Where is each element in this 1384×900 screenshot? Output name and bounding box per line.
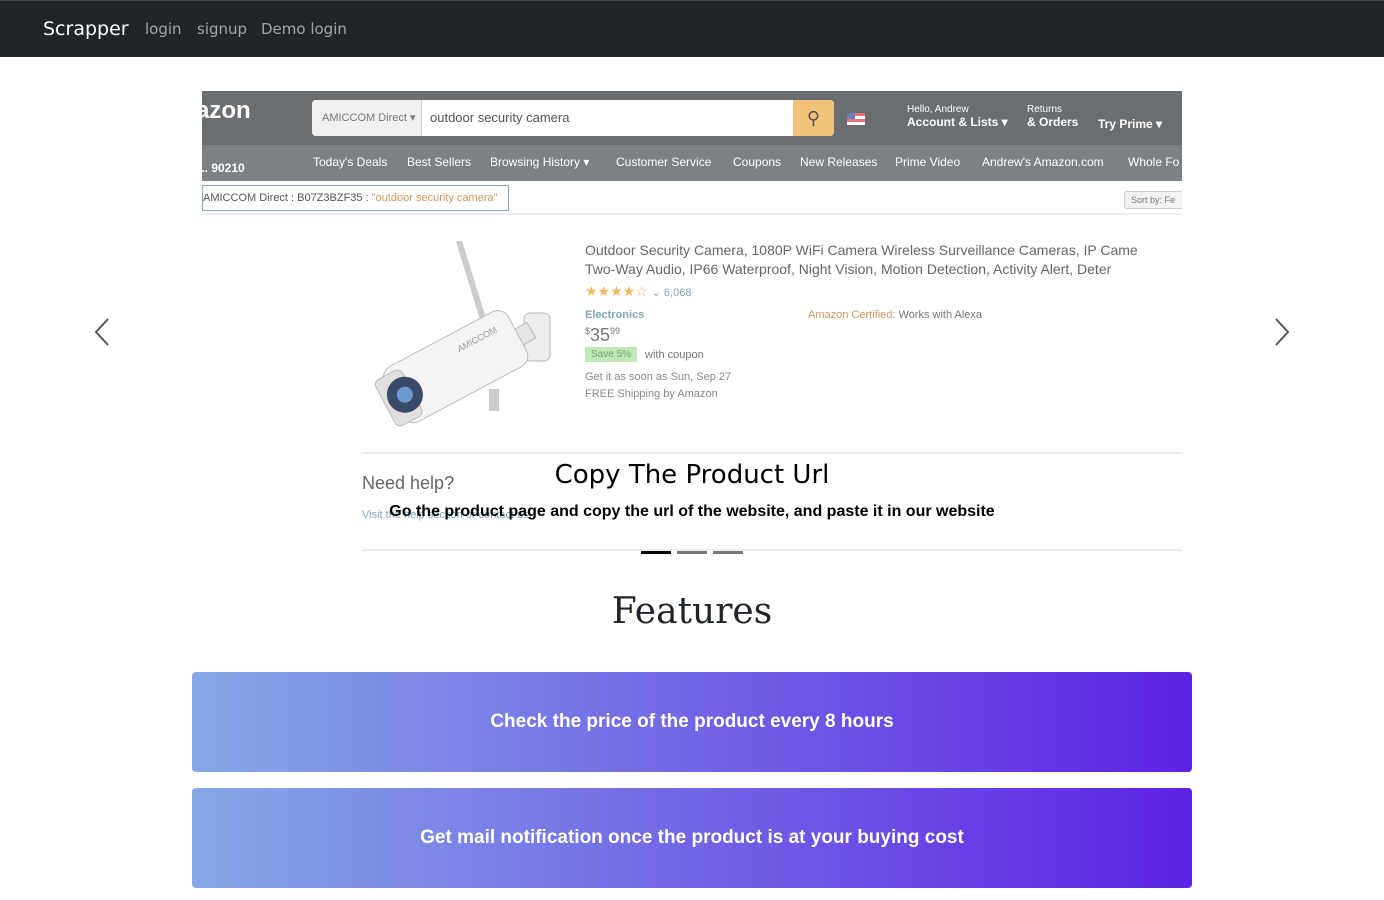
price-whole: 35: [590, 325, 611, 345]
chevron-right-icon: [1275, 318, 1290, 346]
amazon-nav-item: Browsing History ▾: [490, 155, 590, 169]
amazon-logo: azon: [202, 97, 251, 124]
amazon-nav-item: Prime Video: [895, 155, 961, 169]
price-fraction: 99: [610, 326, 621, 336]
feature-card-price-check: Check the price of the product every 8 h…: [192, 672, 1192, 772]
star-rating-icon: ★★★★☆: [585, 283, 648, 299]
carousel-prev-button[interactable]: [90, 317, 116, 347]
navbar: Scrapper login signup Demo login: [0, 0, 1384, 57]
product-rating: ★★★★☆ ⌄ 6,068: [585, 283, 691, 300]
amazon-zip: ... 90210: [202, 161, 245, 175]
carousel-next-button[interactable]: [1268, 317, 1294, 347]
chevron-left-icon: [94, 318, 109, 346]
rating-count: ⌄ 6,068: [651, 287, 692, 299]
save-badge: Save 5%: [585, 347, 638, 362]
brand-link[interactable]: Scrapper: [43, 18, 129, 40]
carousel-indicator-3[interactable]: [713, 551, 743, 554]
amazon-nav-item: Today's Deals: [313, 155, 388, 169]
amazon-nav-item: Coupons: [733, 155, 782, 169]
amazon-breadcrumb: AMICCOM Direct : B07Z3BZF35 : "outdoor s…: [202, 185, 509, 211]
amazon-nav-item: Andrew's Amazon.com: [982, 155, 1104, 169]
product-price: $3599: [585, 325, 620, 346]
nav-login-link[interactable]: login: [145, 20, 182, 38]
amazon-prime-menu: Try Prime ▾: [1098, 117, 1162, 131]
delivery-text: Get it as soon as Sun, Sep 27: [585, 371, 732, 383]
amazon-account-menu: Hello, Andrew Account & Lists ▾: [907, 104, 1008, 129]
certified-value: Works with Alexa: [898, 309, 983, 321]
divider: [362, 549, 1182, 551]
amazon-try-prime: Try Prime ▾: [1098, 117, 1163, 131]
amazon-search-bar: AMICCOM Direct ▾ outdoor security camera…: [312, 100, 834, 136]
carousel-caption-text: Go the product page and copy the url of …: [389, 503, 995, 520]
amazon-search-query: outdoor security camera: [430, 110, 570, 125]
amazon-nav-item: Best Sellers: [407, 155, 472, 169]
amazon-greeting: Hello, Andrew: [907, 104, 969, 115]
amazon-nav-item: Whole Fo: [1128, 155, 1180, 169]
amazon-orders: & Orders: [1027, 115, 1079, 129]
amazon-sort-select: Sort by: Fe: [1124, 191, 1182, 209]
divider: [202, 213, 1182, 215]
coupon-text: with coupon: [645, 349, 704, 361]
product-title-line-2: Two-Way Audio, IP66 Waterproof, Night Vi…: [585, 261, 1112, 277]
amazon-header: azon AMICCOM Direct ▾ outdoor security c…: [202, 91, 1182, 145]
amazon-subnav: ... 90210 Today's Deals Best Sellers Bro…: [202, 145, 1182, 181]
carousel-indicators: [641, 551, 745, 555]
carousel-caption-title: Copy The Product Url: [554, 460, 830, 490]
breadcrumb-prefix: AMICCOM Direct : B07Z3BZF35 :: [203, 192, 372, 204]
us-flag-icon: [847, 113, 865, 125]
feature-card-mail-notification: Get mail notification once the product i…: [192, 788, 1192, 888]
divider: [362, 452, 1182, 454]
amazon-certified: Amazon Certified: Works with Alexa: [808, 309, 982, 321]
amazon-department-select: AMICCOM Direct ▾: [312, 100, 422, 136]
carousel-indicator-1[interactable]: [641, 551, 671, 554]
features-heading: Features: [611, 591, 773, 632]
carousel-indicator-2[interactable]: [677, 551, 707, 554]
nav-demo-login-link[interactable]: Demo login: [261, 20, 347, 38]
search-icon: ⚲: [793, 100, 834, 136]
security-camera-image: AMICCOM: [364, 238, 564, 441]
breadcrumb-query: "outdoor security camera": [371, 192, 498, 204]
product-title-line-1: Outdoor Security Camera, 1080P WiFi Came…: [585, 242, 1138, 258]
amazon-nav-item: Customer Service: [616, 155, 712, 169]
shipping-text: FREE Shipping by Amazon: [585, 388, 718, 400]
nav-signup-link[interactable]: signup: [197, 20, 247, 38]
carousel-slide-image: azon AMICCOM Direct ▾ outdoor security c…: [202, 91, 1182, 563]
amazon-nav-item: New Releases: [800, 155, 878, 169]
certified-label: Amazon Certified:: [808, 309, 896, 321]
product-category: Electronics: [585, 309, 645, 321]
amazon-orders-menu: Returns & Orders: [1027, 104, 1078, 129]
amazon-returns: Returns: [1027, 104, 1063, 115]
amazon-account-lists: Account & Lists ▾: [907, 115, 1008, 129]
